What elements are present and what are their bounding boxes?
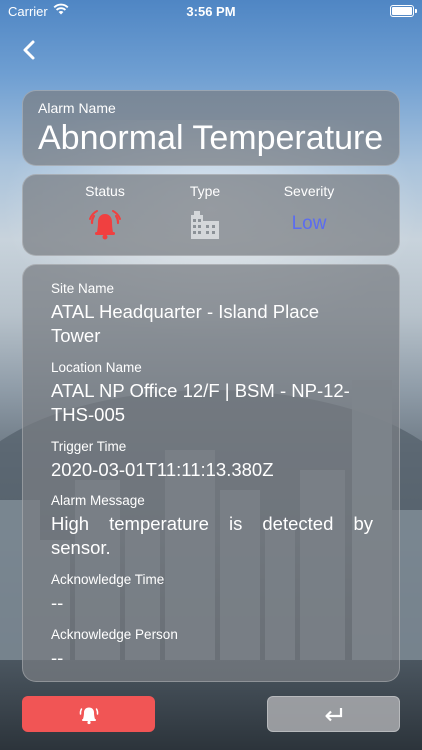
- clock: 3:56 PM: [186, 4, 236, 19]
- status-column: Status: [55, 183, 155, 243]
- status-bar: Carrier 3:56 PM: [0, 0, 422, 22]
- location-value: ATAL NP Office 12/F | BSM - NP-12-THS-00…: [51, 380, 350, 425]
- back-button[interactable]: [16, 36, 44, 64]
- alarm-details-card: Site Name ATAL Headquarter - Island Plac…: [22, 264, 400, 682]
- return-button[interactable]: [267, 696, 400, 732]
- alarm-name-value: Abnormal Temperature: [38, 119, 384, 157]
- site-name-label: Site Name: [51, 281, 115, 296]
- alarm-name-card: Alarm Name Abnormal Temperature: [22, 90, 400, 166]
- alarm-bell-icon: [79, 707, 98, 725]
- alarm-name-label: Alarm Name: [38, 100, 116, 116]
- acknowledge-person-field: Acknowledge Person --: [51, 627, 373, 670]
- severity-column: Severity Low: [259, 183, 359, 243]
- location-field: Location Name ATAL NP Office 12/F | BSM …: [51, 360, 373, 427]
- severity-value: Low: [291, 213, 327, 234]
- type-column: Type: [155, 183, 255, 243]
- status-label: Status: [85, 183, 125, 199]
- trigger-time-label: Trigger Time: [51, 439, 127, 454]
- trigger-time-field: Trigger Time 2020-03-01T11:11:13.380Z: [51, 439, 373, 482]
- type-label: Type: [189, 183, 221, 199]
- alarm-message-field: Alarm Message High temperature is detect…: [51, 493, 373, 560]
- battery-icon: [390, 5, 417, 17]
- alarm-bell-icon: [89, 210, 121, 240]
- alarm-summary-card: Status Type Severity Low: [22, 174, 400, 256]
- site-name-value: ATAL Headquarter - Island Place Tower: [51, 301, 320, 346]
- return-arrow-icon: [324, 708, 342, 722]
- acknowledge-time-field: Acknowledge Time --: [51, 572, 373, 615]
- severity-label: Severity: [283, 183, 335, 199]
- building-icon: [191, 211, 219, 239]
- acknowledge-person-label: Acknowledge Person: [51, 627, 178, 642]
- site-name-field: Site Name ATAL Headquarter - Island Plac…: [51, 281, 373, 348]
- acknowledge-alarm-button[interactable]: [22, 696, 155, 732]
- trigger-time-value: 2020-03-01T11:11:13.380Z: [51, 459, 274, 480]
- alarm-message-label: Alarm Message: [51, 493, 145, 508]
- acknowledge-time-value: --: [51, 592, 64, 613]
- acknowledge-person-value: --: [51, 647, 64, 668]
- acknowledge-time-label: Acknowledge Time: [51, 572, 165, 587]
- alarm-message-value: High temperature is detected by sensor.: [51, 513, 373, 558]
- location-label: Location Name: [51, 360, 142, 375]
